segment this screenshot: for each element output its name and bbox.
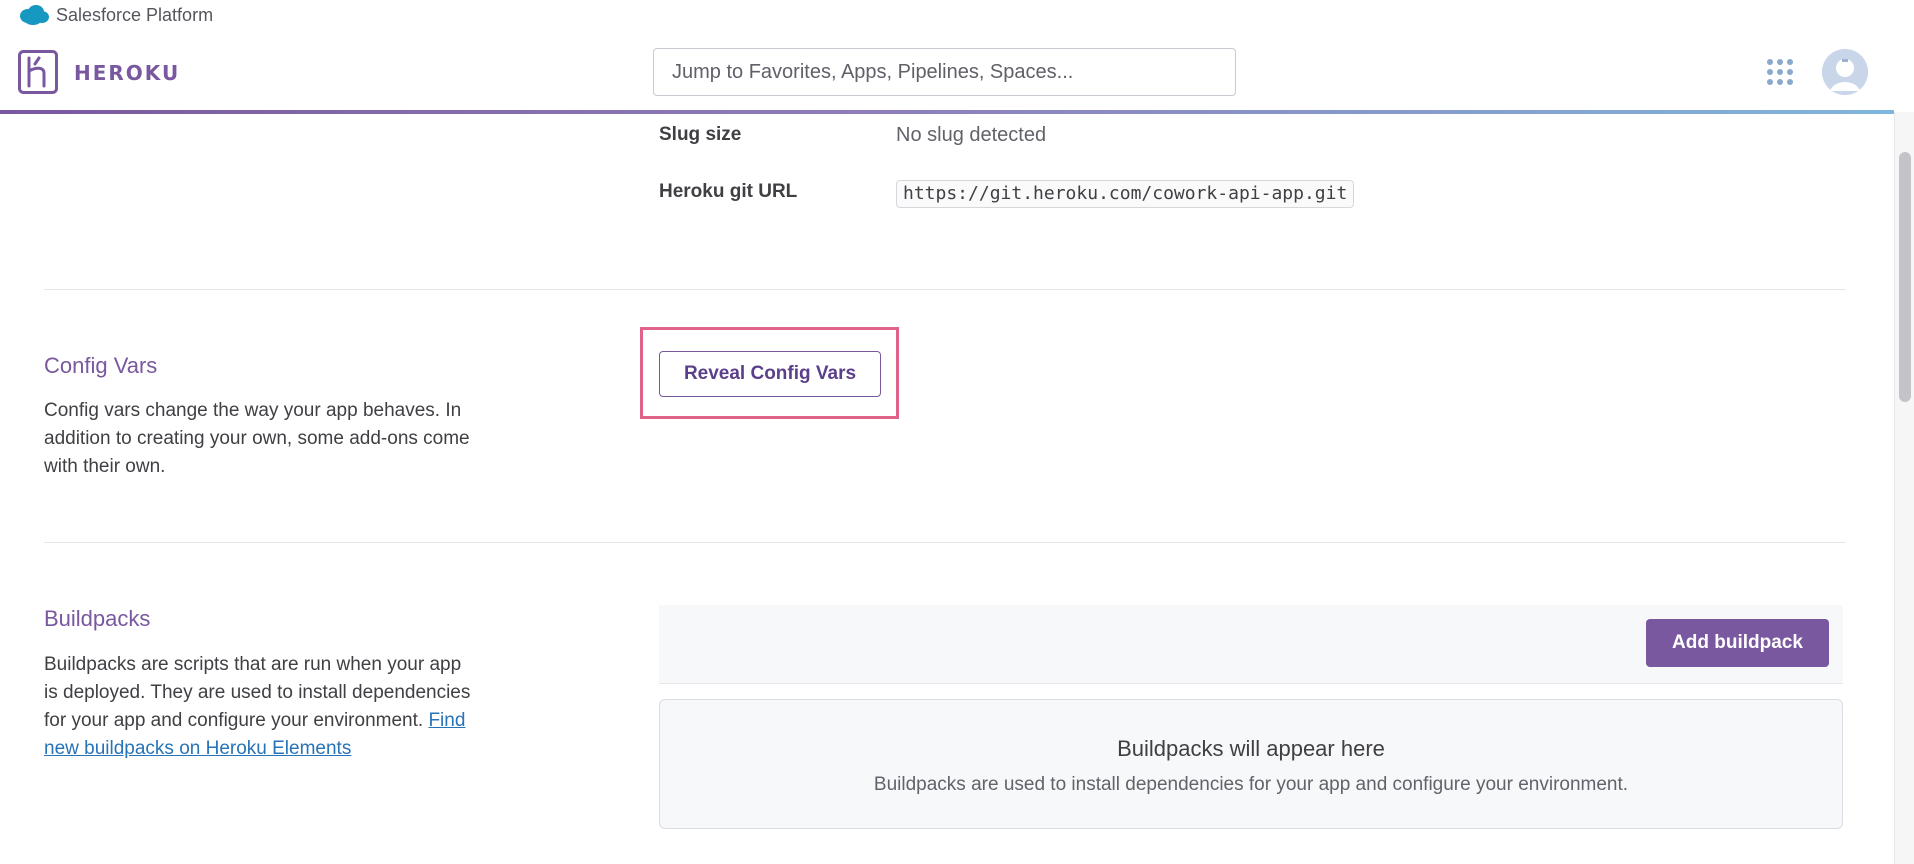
buildpacks-empty-state: Buildpacks will appear here Buildpacks a…	[659, 699, 1843, 829]
add-buildpack-button[interactable]: Add buildpack	[1646, 619, 1829, 667]
salesforce-cloud-icon	[20, 5, 49, 25]
reveal-config-vars-button[interactable]: Reveal Config Vars	[659, 351, 881, 397]
header-gradient-divider	[0, 110, 1894, 114]
heroku-logo-icon[interactable]	[18, 50, 58, 94]
heroku-brand[interactable]: HEROKU	[74, 61, 180, 85]
user-avatar[interactable]	[1822, 49, 1868, 95]
buildpacks-description: Buildpacks are scripts that are run when…	[44, 651, 474, 763]
config-vars-title: Config Vars	[44, 353, 158, 378]
apps-grid-icon[interactable]	[1766, 58, 1794, 86]
config-vars-description: Config vars change the way your app beha…	[44, 400, 470, 477]
scrollbar-thumb[interactable]	[1899, 152, 1911, 402]
salesforce-platform-bar: Salesforce Platform	[0, 0, 1894, 36]
buildpacks-empty-subtitle: Buildpacks are used to install dependenc…	[873, 774, 1629, 795]
section-divider	[44, 542, 1846, 543]
git-url-label: Heroku git URL	[659, 181, 798, 202]
git-url-value[interactable]: https://git.heroku.com/cowork-api-app.gi…	[896, 180, 1355, 208]
slug-size-label: Slug size	[659, 124, 742, 145]
avatar-icon	[1822, 49, 1868, 95]
salesforce-platform-label: Salesforce Platform	[56, 5, 214, 25]
buildpacks-empty-title: Buildpacks will appear here	[1117, 736, 1385, 761]
slug-size-value: No slug detected	[896, 124, 1047, 146]
buildpacks-description-text: Buildpacks are scripts that are run when…	[44, 654, 471, 731]
search-input[interactable]: Jump to Favorites, Apps, Pipelines, Spac…	[653, 48, 1236, 96]
buildpacks-title: Buildpacks	[44, 606, 151, 631]
page-scrollbar[interactable]	[1894, 112, 1914, 864]
heroku-header: HEROKU Jump to Favorites, Apps, Pipeline…	[0, 35, 1894, 112]
section-divider	[44, 289, 1846, 290]
